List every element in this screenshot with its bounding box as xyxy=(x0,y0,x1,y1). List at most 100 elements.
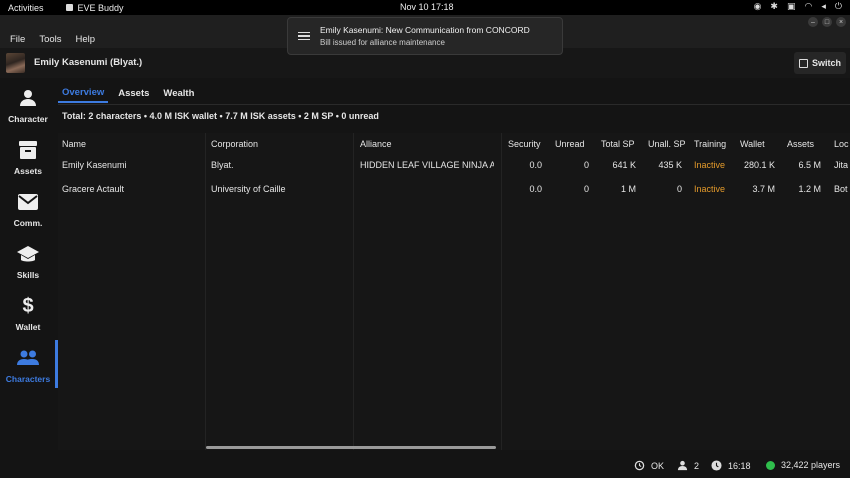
sidebar-item-skills[interactable]: Skills xyxy=(0,242,56,290)
screenshot-icon[interactable]: ▣ xyxy=(787,1,796,12)
header-assets[interactable]: Assets xyxy=(787,139,832,149)
cell-unread[interactable]: 0 xyxy=(552,184,589,194)
system-clock[interactable]: Nov 10 17:18 xyxy=(400,2,454,12)
tab-assets[interactable]: Assets xyxy=(114,83,153,103)
header-wallet[interactable]: Wallet xyxy=(740,139,785,149)
horizontal-scrollbar[interactable] xyxy=(206,446,496,449)
volume-icon[interactable]: ◂ xyxy=(821,1,826,12)
menu-file[interactable]: File xyxy=(10,34,25,45)
sidebar-label-skills: Skills xyxy=(16,270,40,280)
cell-wallet[interactable]: 3.7 M xyxy=(734,184,775,194)
cell-name[interactable]: Emily Kasenumi xyxy=(62,160,202,170)
minimize-icon[interactable]: – xyxy=(808,17,818,27)
character-name: Emily Kasenumi (Blyat.) xyxy=(34,57,143,68)
sidebar-item-wallet[interactable]: $ Wallet xyxy=(0,294,56,342)
activities-button[interactable]: Activities xyxy=(8,3,44,13)
person-icon xyxy=(18,86,38,110)
avatar xyxy=(6,53,25,73)
maximize-icon[interactable]: □ xyxy=(822,17,832,27)
menu-help[interactable]: Help xyxy=(76,34,96,45)
characters-table[interactable]: Name Corporation Alliance Security Unrea… xyxy=(58,133,850,450)
app-icon xyxy=(65,4,73,11)
server-status[interactable]: OK xyxy=(634,460,664,471)
cell-alliance[interactable]: HIDDEN LEAF VILLAGE NINJA Ass xyxy=(360,160,494,170)
switch-label: Switch xyxy=(811,58,841,68)
window-controls: – □ × xyxy=(808,17,846,27)
cell-security[interactable]: 0.0 xyxy=(506,160,542,170)
cell-unallocated-sp[interactable]: 435 K xyxy=(642,160,682,170)
tab-divider xyxy=(58,104,850,105)
sidebar-item-character[interactable]: Character xyxy=(0,86,56,134)
people-icon xyxy=(16,346,40,370)
cell-total-sp[interactable]: 1 M xyxy=(596,184,636,194)
header-training[interactable]: Training xyxy=(694,139,739,149)
system-top-bar: Activities EVE Buddy Nov 10 17:18 ◉ ✱ ▣ … xyxy=(0,0,850,15)
accessibility-icon[interactable]: ✱ xyxy=(770,1,778,12)
power-icon[interactable]: ⏻ xyxy=(835,1,842,12)
cell-training[interactable]: Inactive xyxy=(694,184,739,194)
tab-bar: Overview Assets Wealth xyxy=(58,83,204,104)
header-location[interactable]: Loc xyxy=(834,139,850,149)
cell-assets[interactable]: 6.5 M xyxy=(780,160,821,170)
switch-icon xyxy=(798,58,808,68)
header-total-sp[interactable]: Total SP xyxy=(601,139,646,149)
cell-corporation[interactable]: University of Caille xyxy=(211,184,351,194)
column-divider[interactable] xyxy=(501,133,502,450)
person-icon xyxy=(677,460,688,471)
wifi-icon[interactable]: ◠ xyxy=(804,1,812,12)
envelope-icon xyxy=(17,190,39,214)
cell-security[interactable]: 0.0 xyxy=(506,184,542,194)
notification-body: Bill issued for alliance maintenance xyxy=(320,38,445,47)
header-name[interactable]: Name xyxy=(62,139,202,149)
sidebar-label-assets: Assets xyxy=(14,166,42,176)
system-tray[interactable]: ◉ ✱ ▣ ◠ ◂ ⏻ xyxy=(754,1,842,12)
eve-time-text: 16:18 xyxy=(728,460,751,471)
sidebar-label-characters: Characters xyxy=(5,374,51,384)
header-alliance[interactable]: Alliance xyxy=(360,139,500,149)
header-security[interactable]: Security xyxy=(508,139,548,149)
notification-title: Emily Kasenumi: New Communication from C… xyxy=(320,25,530,35)
switch-character-button[interactable]: Switch xyxy=(794,52,846,74)
cell-assets[interactable]: 1.2 M xyxy=(780,184,821,194)
players-online-text: 32,422 players xyxy=(781,460,841,470)
column-divider[interactable] xyxy=(205,133,206,450)
cell-name[interactable]: Gracere Actault xyxy=(62,184,202,194)
cell-training[interactable]: Inactive xyxy=(694,160,739,170)
players-online[interactable]: 32,422 players xyxy=(766,460,840,470)
header-unread[interactable]: Unread xyxy=(555,139,595,149)
close-icon[interactable]: × xyxy=(836,17,846,27)
tab-overview[interactable]: Overview xyxy=(58,83,109,103)
refresh-clock-icon xyxy=(634,460,645,471)
cell-total-sp[interactable]: 641 K xyxy=(596,160,636,170)
totals-summary: Total: 2 characters • 4.0 M ISK wallet •… xyxy=(62,111,379,121)
sidebar-item-assets[interactable]: Assets xyxy=(0,138,56,186)
graduation-cap-icon xyxy=(16,242,40,266)
header-corporation[interactable]: Corporation xyxy=(211,139,351,149)
sidebar-item-comm[interactable]: Comm. xyxy=(0,190,56,238)
cell-corporation[interactable]: Blyat. xyxy=(211,160,351,170)
online-status-icon xyxy=(766,460,775,470)
sidebar-label-character: Character xyxy=(8,114,48,124)
eve-time[interactable]: 16:18 xyxy=(711,460,751,471)
cell-location[interactable]: Jita xyxy=(834,160,850,170)
sidebar-label-wallet: Wallet xyxy=(15,322,41,332)
cell-location[interactable]: Bot xyxy=(834,184,850,194)
discord-icon[interactable]: ◉ xyxy=(754,1,762,12)
sidebar: Character Assets Comm. Skills $ Wallet C… xyxy=(0,78,58,458)
sidebar-item-characters[interactable]: Characters xyxy=(0,346,56,394)
column-divider[interactable] xyxy=(353,133,354,450)
app-menu[interactable]: EVE Buddy xyxy=(65,2,124,13)
tab-wealth[interactable]: Wealth xyxy=(159,83,198,103)
app-name: EVE Buddy xyxy=(77,2,124,13)
character-count[interactable]: 2 xyxy=(677,460,699,471)
notification-popup[interactable]: Emily Kasenumi: New Communication from C… xyxy=(287,17,563,55)
status-text: OK xyxy=(651,460,665,471)
dollar-icon: $ xyxy=(22,294,34,317)
header-unallocated-sp[interactable]: Unall. SP xyxy=(648,139,693,149)
cell-wallet[interactable]: 280.1 K xyxy=(734,160,775,170)
clock-icon xyxy=(711,460,722,471)
cell-unread[interactable]: 0 xyxy=(552,160,589,170)
menu-tools[interactable]: Tools xyxy=(39,34,61,45)
archive-box-icon xyxy=(17,138,39,162)
cell-unallocated-sp[interactable]: 0 xyxy=(642,184,682,194)
